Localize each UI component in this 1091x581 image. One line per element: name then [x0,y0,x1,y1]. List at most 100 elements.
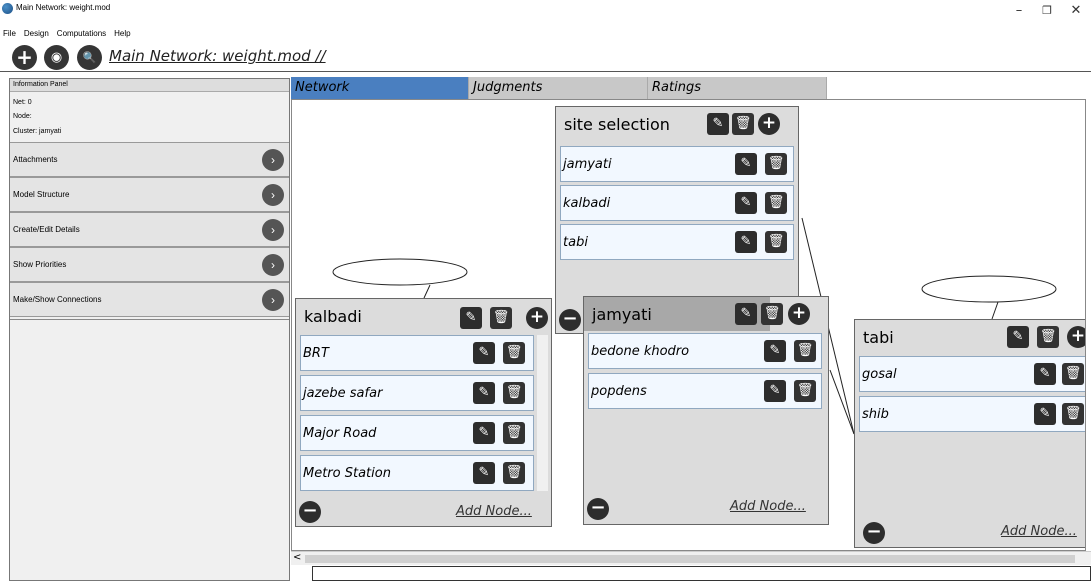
node-label: bedone khodro [591,344,690,359]
add-node-link[interactable]: Add Node... [1001,524,1077,539]
edit-icon[interactable]: ✎ [735,303,757,325]
collapse-icon[interactable]: − [559,309,581,331]
section-model-structure[interactable]: Model Structure › [10,177,289,212]
edit-icon[interactable]: ✎ [1034,403,1056,425]
section-create-edit-details[interactable]: Create/Edit Details › [10,212,289,247]
edit-icon[interactable]: ✎ [707,113,729,135]
edit-icon[interactable]: ✎ [735,153,757,175]
node-metro-station[interactable]: Metro Station ✎ 🗑 [300,455,534,491]
zoom-icon[interactable]: 🔍 [77,45,102,70]
chevron-right-icon[interactable]: › [262,149,284,171]
node-label: jazebe safar [303,386,383,401]
tab-network[interactable]: Network [291,77,469,99]
node-jazebe-safar[interactable]: jazebe safar ✎ 🗑 [300,375,534,411]
delete-icon[interactable]: 🗑 [503,342,525,364]
scroll-left-icon[interactable]: < [293,552,301,563]
add-icon[interactable]: + [526,307,548,329]
delete-icon[interactable]: 🗑 [503,422,525,444]
edit-icon[interactable]: ✎ [473,422,495,444]
delete-icon[interactable]: 🗑 [1062,363,1084,385]
edit-icon[interactable]: ✎ [1007,326,1029,348]
info-net: Net: 0 [13,99,32,106]
add-icon[interactable]: + [788,303,810,325]
tab-judgments[interactable]: Judgments [469,77,648,99]
node-label: Major Road [303,426,377,441]
cluster-scrollbar[interactable] [537,335,548,491]
menu-help[interactable]: Help [114,29,130,41]
delete-icon[interactable]: 🗑 [794,380,816,402]
section-label: Model Structure [13,190,70,199]
delete-icon[interactable]: 🗑 [765,192,787,214]
chevron-right-icon[interactable]: › [262,219,284,241]
edit-icon[interactable]: ✎ [473,462,495,484]
view-icon[interactable]: ◉ [44,45,69,70]
delete-icon[interactable]: 🗑 [503,382,525,404]
delete-icon[interactable]: 🗑 [765,231,787,253]
section-show-priorities[interactable]: Show Priorities › [10,247,289,282]
info-cluster: Cluster: jamyati [13,128,62,135]
chevron-right-icon[interactable]: › [262,289,284,311]
edit-icon[interactable]: ✎ [473,342,495,364]
minimize-button[interactable]: – [1004,2,1034,20]
delete-icon[interactable]: 🗑 [1062,403,1084,425]
node-popdens[interactable]: popdens ✎ 🗑 [588,373,822,409]
node-label: gosal [862,367,897,382]
edit-icon[interactable]: ✎ [460,307,482,329]
node-brt[interactable]: BRT ✎ 🗑 [300,335,534,371]
edit-icon[interactable]: ✎ [473,382,495,404]
cluster-title: jamyati [592,305,652,324]
network-title-link[interactable]: Main Network: weight.mod // [109,47,326,65]
restore-button[interactable]: ❐ [1032,2,1062,20]
scroll-thumb[interactable] [305,555,1075,563]
delete-icon[interactable]: 🗑 [761,303,783,325]
cluster-tabi[interactable]: tabi ✎ 🗑 + gosal ✎ 🗑 shib ✎ 🗑 − Add Node… [854,319,1085,548]
add-icon[interactable]: + [12,45,37,70]
close-button[interactable]: ✕ [1061,2,1091,20]
menu-design[interactable]: Design [24,29,49,41]
menu-bar: File Design Computations Help [3,29,131,41]
delete-icon[interactable]: 🗑 [503,462,525,484]
chevron-right-icon[interactable]: › [262,254,284,276]
node-label: popdens [591,384,647,399]
menu-file[interactable]: File [3,29,16,41]
cluster-jamyati[interactable]: jamyati ✎ 🗑 + bedone khodro ✎ 🗑 popdens … [583,296,829,525]
network-canvas[interactable]: site selection ✎ 🗑 + jamyati ✎ 🗑 kalbadi… [291,99,1086,551]
node-kalbadi[interactable]: kalbadi ✎ 🗑 [560,185,794,221]
add-node-link[interactable]: Add Node... [456,504,532,519]
collapse-icon[interactable]: − [299,501,321,523]
left-panel-body [10,319,289,580]
edit-icon[interactable]: ✎ [735,192,757,214]
node-major-road[interactable]: Major Road ✎ 🗑 [300,415,534,451]
self-loop-tabi [921,275,1057,303]
delete-icon[interactable]: 🗑 [765,153,787,175]
tab-ratings[interactable]: Ratings [648,77,827,99]
node-shib[interactable]: shib ✎ 🗑 [859,396,1085,432]
add-icon[interactable]: + [758,113,780,135]
section-make-show-connections[interactable]: Make/Show Connections › [10,282,289,317]
horizontal-scrollbar[interactable]: < [291,551,1091,565]
delete-icon[interactable]: 🗑 [490,307,512,329]
edit-icon[interactable]: ✎ [1034,363,1056,385]
add-node-link[interactable]: Add Node... [730,499,806,514]
collapse-icon[interactable]: − [587,498,609,520]
info-node: Node: [13,113,32,120]
node-gosal[interactable]: gosal ✎ 🗑 [859,356,1085,392]
node-tabi[interactable]: tabi ✎ 🗑 [560,224,794,260]
section-attachments[interactable]: Attachments › [10,142,289,177]
cluster-title: site selection [564,115,670,134]
delete-icon[interactable]: 🗑 [794,340,816,362]
node-label: tabi [563,235,588,250]
edit-icon[interactable]: ✎ [735,231,757,253]
add-icon[interactable]: + [1067,326,1085,348]
delete-icon[interactable]: 🗑 [1037,326,1059,348]
cluster-kalbadi[interactable]: kalbadi ✎ 🗑 + BRT ✎ 🗑 jazebe safar ✎ 🗑 M… [295,298,552,527]
bottom-panel [312,566,1091,581]
delete-icon[interactable]: 🗑 [732,113,754,135]
node-bedone-khodro[interactable]: bedone khodro ✎ 🗑 [588,333,822,369]
collapse-icon[interactable]: − [863,522,885,544]
edit-icon[interactable]: ✎ [764,340,786,362]
menu-computations[interactable]: Computations [57,29,106,41]
edit-icon[interactable]: ✎ [764,380,786,402]
chevron-right-icon[interactable]: › [262,184,284,206]
node-jamyati[interactable]: jamyati ✎ 🗑 [560,146,794,182]
